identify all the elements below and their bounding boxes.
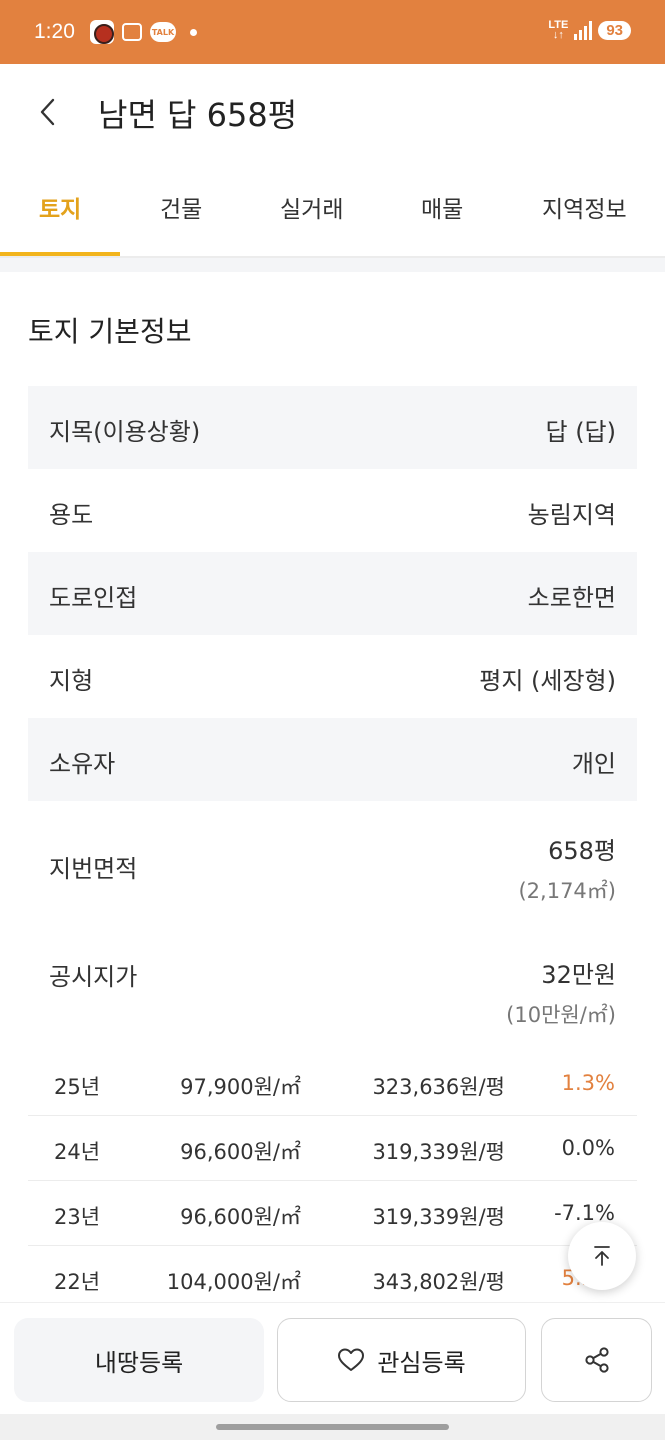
favorite-label: 관심등록: [377, 1348, 466, 1377]
price-history-row: 24년 96,600원/㎡ 319,339원/평 0.0%: [28, 1116, 637, 1181]
info-value: 농림지역: [527, 501, 616, 529]
more-notifications-dot-icon: [190, 28, 197, 36]
status-time: 1:20: [34, 20, 75, 43]
info-row-area: 지번면적 658평 (2,174㎡): [28, 801, 637, 911]
data-arrows: ↓↑: [552, 29, 564, 41]
tab-area-info[interactable]: 지역정보: [542, 190, 627, 224]
tab-land[interactable]: 토지: [39, 190, 81, 224]
info-row-usage: 용도 농림지역: [28, 469, 637, 552]
camera-notification-icon: [122, 23, 142, 41]
back-button[interactable]: [30, 92, 66, 132]
tab-building[interactable]: 건물: [160, 190, 202, 224]
info-label: 지번면적: [49, 855, 138, 883]
price-per-sqm: 104,000원/㎡: [166, 1270, 301, 1294]
info-value: 답 (답): [545, 418, 616, 446]
page-title: 남면 답 658평: [98, 96, 298, 134]
info-value: 평지 (세장형): [479, 667, 616, 695]
tab-bar: 토지 건물 실거래 매물 지역정보: [0, 160, 665, 258]
app-header: 남면 답 658평: [0, 64, 665, 160]
price-per-sqm: 96,600원/㎡: [180, 1205, 301, 1229]
price-change-rate: 1.3%: [561, 1071, 615, 1095]
battery-indicator: 93: [598, 20, 631, 40]
section-title: 토지 기본정보: [28, 315, 192, 348]
price-year: 22년: [54, 1270, 101, 1294]
register-label: 내땅등록: [94, 1348, 184, 1377]
price-history-row: 23년 96,600원/㎡ 319,339원/평 -7.1%: [28, 1181, 637, 1246]
signal-icon: [574, 20, 593, 40]
share-icon: [584, 1347, 609, 1373]
price-per-sqm: 97,900원/㎡: [180, 1075, 301, 1099]
tab-listings[interactable]: 매물: [421, 190, 463, 224]
lte-icon: LTE ↓↑: [548, 20, 568, 41]
price-per-sqm: 96,600원/㎡: [180, 1140, 301, 1164]
info-label: 용도: [49, 501, 94, 529]
info-row-owner: 소유자 개인: [28, 718, 637, 801]
info-value: 658평: [548, 837, 616, 865]
active-tab-indicator: [0, 252, 120, 256]
info-label: 도로인접: [49, 584, 138, 612]
register-my-land-button[interactable]: 내땅등록: [14, 1318, 264, 1402]
info-subvalue: (10만원/㎡): [506, 1003, 616, 1027]
price-per-pyeong: 319,339원/평: [372, 1140, 505, 1164]
share-button[interactable]: [541, 1318, 652, 1402]
status-bar: 1:20 TALK LTE ↓↑ 93: [0, 0, 665, 64]
chevron-left-icon: [40, 98, 55, 126]
info-value: 개인: [571, 750, 616, 778]
arrow-up-icon: [594, 1246, 610, 1266]
info-label: 지목(이용상황): [49, 418, 201, 446]
status-right: LTE ↓↑ 93: [548, 20, 631, 41]
info-row-land-category: 지목(이용상황) 답 (답): [28, 386, 637, 469]
price-history-row: 25년 97,900원/㎡ 323,636원/평 1.3%: [28, 1051, 637, 1116]
info-value: 소로한면: [527, 584, 616, 612]
home-gesture-handle[interactable]: [216, 1424, 449, 1430]
info-label: 소유자: [49, 750, 116, 778]
info-label: 지형: [49, 667, 94, 695]
price-year: 23년: [54, 1205, 101, 1229]
info-value: 32만원: [541, 961, 616, 989]
tab-transactions[interactable]: 실거래: [280, 190, 343, 224]
section-divider: [0, 258, 665, 272]
price-per-pyeong: 319,339원/평: [372, 1205, 505, 1229]
info-label: 공시지가: [49, 963, 138, 991]
add-favorite-button[interactable]: 관심등록: [277, 1318, 526, 1402]
scroll-to-top-button[interactable]: [568, 1222, 636, 1290]
notification-icons: TALK: [90, 20, 197, 44]
price-change-rate: 0.0%: [561, 1136, 615, 1160]
price-per-pyeong: 343,802원/평: [372, 1270, 505, 1294]
bottom-action-bar: 내땅등록 관심등록: [0, 1302, 665, 1414]
price-per-pyeong: 323,636원/평: [372, 1075, 505, 1099]
heart-icon: [338, 1348, 365, 1371]
price-year: 25년: [54, 1075, 101, 1099]
info-row-official-price: 공시지가 32만원 (10만원/㎡): [28, 911, 637, 1041]
price-year: 24년: [54, 1140, 101, 1164]
talk-notification-icon: TALK: [150, 22, 176, 42]
app-notification-icon: [90, 20, 114, 44]
info-row-terrain: 지형 평지 (세장형): [28, 635, 637, 718]
info-row-road-access: 도로인접 소로한면: [28, 552, 637, 635]
system-navigation-bar: [0, 1414, 665, 1440]
info-subvalue: (2,174㎡): [518, 879, 616, 903]
